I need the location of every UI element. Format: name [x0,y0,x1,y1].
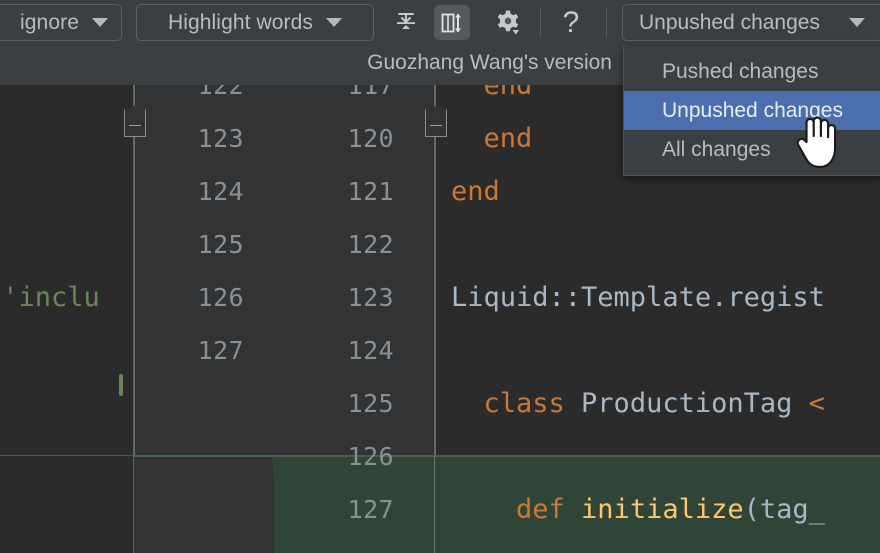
chevron-down-icon [849,18,865,27]
code-token: end [451,85,533,101]
toolbar-separator-2 [606,8,607,37]
right-code-text: end [451,176,500,207]
synchronize-scrolling-icon [441,13,461,32]
collapse-unchanged-fragments-icon [397,12,415,29]
left-line-number: 126 [197,283,244,312]
code-row: 125 122 [0,216,880,269]
right-line-number: 120 [347,124,394,153]
ignore-policy-label: ignore [20,10,79,34]
dropdown-option-label: All changes [662,137,771,161]
chevron-down-icon [326,18,343,27]
left-line-number: 125 [197,230,244,259]
highlight-mode-label: Highlight words [167,10,314,34]
right-fold-collapse-marker[interactable] [425,113,447,137]
code-token: end [451,123,533,154]
code-row: 127 def initialize(tag_ [0,481,880,534]
gear-icon [497,10,519,34]
right-line-number: 124 [347,336,394,365]
diff-viewer-window: 122 117 end 123 120 end 124 121 end 125 122 126 12… [0,0,880,553]
right-line-number: 117 [347,85,394,100]
code-row: 126 [0,428,880,481]
code-token: def [451,494,582,525]
dropdown-option[interactable]: All changes [624,130,880,169]
right-code-text: class ProductionTag < [451,388,825,419]
left-code-text: ('inclu [0,282,100,313]
right-line-number: 122 [347,230,394,259]
right-code-text: def initialize(tag_ [451,494,825,525]
toolbar-separator-1 [540,8,541,37]
help-question-icon: ? [562,5,580,39]
diff-settings-button[interactable] [490,5,526,40]
right-code-text: end [451,123,533,154]
code-row: 125 class ProductionTag < [0,375,880,428]
left-line-number: 123 [197,124,244,153]
synchronize-scrolling-button[interactable] [434,5,470,40]
dropdown-option-label: Pushed changes [662,59,819,83]
code-token: class [451,388,582,419]
right-line-number: 121 [347,177,394,206]
left-line-number: 122 [197,85,244,100]
code-token: Liquid::Template.regist [451,282,825,313]
right-fold-guide-line [435,85,436,457]
right-line-number: 125 [347,389,394,418]
dropdown-option[interactable]: Pushed changes [624,52,880,91]
code-token: ('inclu [0,282,100,313]
changes-scope-dropdown-menu[interactable]: Pushed changes Unpushed changes All change… [623,46,880,176]
dropdown-option[interactable]: Unpushed changes [624,91,880,130]
code-row: 127 124 [0,322,880,375]
changes-scope-selected-label: Unpushed changes [639,10,820,34]
right-code-text: Liquid::Template.regist [451,282,825,313]
ignore-policy-dropdown-button[interactable]: ignore [0,4,122,41]
left-fold-collapse-marker[interactable] [124,113,146,137]
code-token: ProductionTag [581,388,809,419]
code-token: initialize [581,494,744,525]
code-token: end [451,176,500,207]
collapse-unchanged-fragments-button[interactable] [388,5,424,40]
code-token: (tag_ [743,494,825,525]
right-line-number: 123 [347,283,394,312]
highlight-mode-dropdown-button[interactable]: Highlight words [136,4,374,41]
right-line-number: 127 [347,495,394,524]
left-fold-guide-line [134,85,135,457]
left-line-number: 124 [197,177,244,206]
changes-scope-dropdown-button[interactable]: Unpushed changes [622,4,880,41]
diff-help-button[interactable]: ? [553,5,589,40]
dropdown-option-label: Unpushed changes [662,98,843,122]
code-row: 126 123 ('inclu Liquid::Template.regist [0,269,880,322]
version-title-label: Guozhang Wang's version [367,51,612,74]
code-token: < [808,388,825,419]
left-line-number: 127 [197,336,244,365]
chevron-down-icon [92,18,108,27]
right-line-number: 126 [347,442,394,471]
right-code-text: end [451,85,533,101]
left-pane-change-marker [119,374,123,396]
